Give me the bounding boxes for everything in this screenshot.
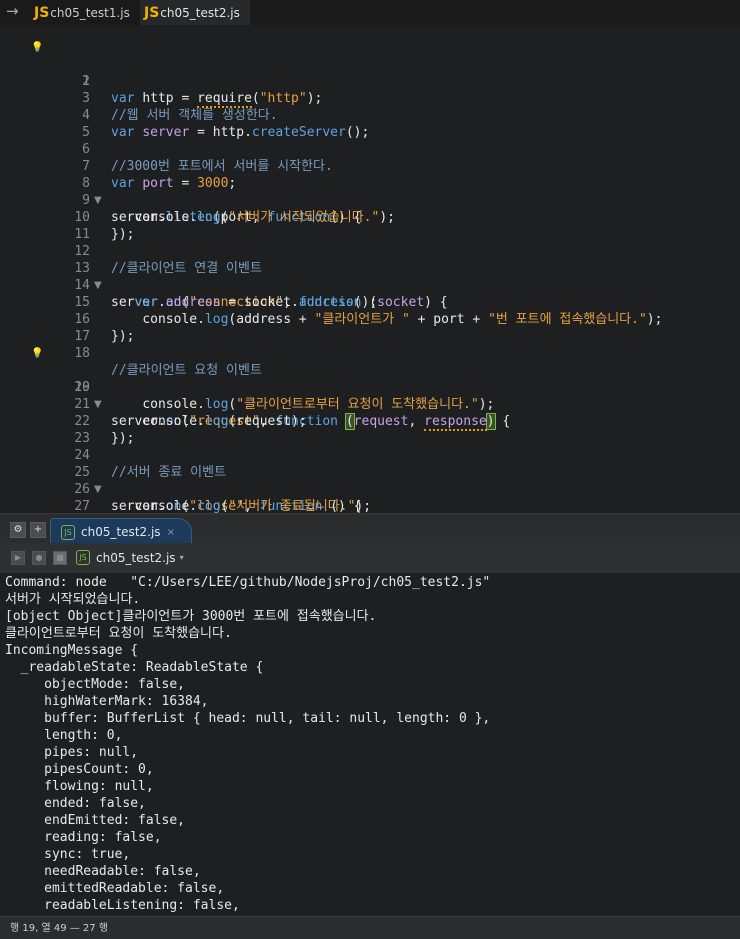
console-line: flowing: null,	[5, 779, 154, 794]
console-line: endEmitted: false,	[5, 813, 186, 828]
editor-tab-bar: → JS ch05_test1.js JS ch05_test2.js	[0, 0, 740, 26]
code-editor[interactable]: 💡 1 var http = require("http"); 2 3 //웹 …	[0, 25, 740, 513]
console-line: pipes: null,	[5, 745, 139, 760]
code-line: 13 ▼ server.on("connection", function (s…	[0, 243, 740, 310]
console-line: Command: node "C:/Users/LEE/github/Nodej…	[5, 575, 491, 590]
console-line: _readableState: ReadableState {	[5, 660, 264, 675]
console-line: 클라이언트로부터 요청이 도착했습니다.	[5, 626, 232, 641]
code-line: 4 var server = http.createServer();	[0, 90, 740, 140]
console-line: needReadable: false,	[5, 864, 201, 879]
console-line: ended: false,	[5, 796, 146, 811]
code-line: 10 });	[0, 192, 740, 242]
console-line: buffer: BufferList { head: null, tail: n…	[5, 711, 491, 726]
code-line: 18 //클라이언트 요청 이벤트	[0, 328, 740, 378]
run-target-select[interactable]: JS ch05_test2.js ▾	[76, 550, 184, 565]
console-line: sync: true,	[5, 847, 131, 862]
console-line: length: 0,	[5, 728, 123, 743]
code-line: 16 });	[0, 294, 740, 344]
console-line: pipesCount: 0,	[5, 762, 154, 777]
tab-label: ch05_test2.js	[160, 5, 240, 20]
code-line: 23	[0, 413, 740, 446]
ide-window: → JS ch05_test1.js JS ch05_test2.js 💡 1 …	[0, 0, 740, 939]
gear-icon[interactable]: ⚙	[10, 522, 26, 538]
console-line: objectMode: false,	[5, 677, 186, 692]
console-line: highWaterMark: 16384,	[5, 694, 209, 709]
code-line: 21 console.log(request);	[0, 379, 740, 429]
nodejs-icon: JS	[76, 550, 90, 565]
code-line: 26 console.log("서버가 종료됩니다.");	[0, 464, 740, 513]
code-line: 2	[0, 56, 740, 89]
play-icon[interactable]: ▶	[11, 551, 25, 565]
code-line: 6 //3000번 포트에서 서버를 시작한다.	[0, 124, 740, 174]
code-line: 9 console.log("서버가 시작되었습니다.");	[0, 175, 740, 225]
code-line: 7 var port = 3000;	[0, 141, 740, 191]
output-panel-tab-bar: ⚙ + JS ch05_test2.js ×	[0, 513, 740, 545]
code-line: 8 ▼ server.listen(port, function() {	[0, 158, 740, 225]
add-tab-button[interactable]: +	[30, 522, 46, 538]
code-line: 14 var address = socket.address();	[0, 260, 740, 310]
code-line: 17	[0, 311, 740, 344]
js-file-icon: JS	[34, 4, 50, 21]
console-line: 서버가 시작되었습니다.	[5, 592, 141, 607]
tab-label: ch05_test1.js	[50, 5, 130, 20]
console-output[interactable]: Command: node "C:/Users/LEE/github/Nodej…	[0, 573, 740, 916]
stop-icon[interactable]: ■	[53, 551, 67, 565]
run-toolbar: ▶ ● ■ JS ch05_test2.js ▾	[0, 543, 740, 574]
status-bar: 행 19, 열 49 — 27 행	[0, 916, 740, 939]
lightbulb-icon[interactable]: 💡	[31, 39, 43, 56]
console-line: emittedReadable: false,	[5, 881, 225, 896]
code-text: console.log("서버가 종료됩니다.");	[134, 499, 372, 513]
code-line: 3 //웹 서버 객체를 생성한다.	[0, 73, 740, 123]
js-file-icon: JS	[144, 4, 160, 21]
code-line: 25 ▼ server.on("close", function () {	[0, 447, 740, 513]
cursor-position: 행 19, 열 49 — 27 행	[10, 923, 109, 934]
console-line: [object Object]클라이언트가 3000번 포트에 접속했습니다.	[5, 609, 377, 624]
code-line: 20 console.log("클라이언트로부터 요청이 도착했습니다.");	[0, 362, 740, 412]
console-line: reading: false,	[5, 830, 162, 845]
arrow-right-icon[interactable]: →	[6, 2, 19, 20]
tab-output-ch05-test2[interactable]: JS ch05_test2.js ×	[50, 518, 192, 545]
code-line: 💡 1 var http = require("http");	[0, 39, 740, 108]
lightbulb-icon[interactable]: 💡	[31, 345, 43, 362]
code-line: 5	[0, 107, 740, 140]
console-line: readableListening: false,	[5, 898, 240, 913]
code-line: 22 });	[0, 396, 740, 446]
code-line: 11	[0, 209, 740, 242]
tab-ch05-test1[interactable]: JS ch05_test1.js	[30, 0, 140, 25]
code-line: 💡 19 ▼ server.on("request", function (re…	[0, 345, 740, 431]
code-line: 15 console.log(address + "클라이언트가 " + por…	[0, 277, 740, 327]
chevron-down-icon: ▾	[179, 553, 184, 562]
code-line: 27 });	[0, 481, 740, 513]
tab-label: ch05_test2.js	[81, 525, 161, 539]
debug-icon[interactable]: ●	[32, 551, 46, 565]
code-line: 24 //서버 종료 이벤트	[0, 430, 740, 480]
run-file-label: ch05_test2.js	[96, 550, 176, 565]
code-line: 12 //클라이언트 연결 이벤트	[0, 226, 740, 276]
nodejs-icon: JS	[61, 524, 75, 540]
tab-ch05-test2[interactable]: JS ch05_test2.js	[140, 0, 250, 25]
console-line: IncomingMessage {	[5, 643, 139, 658]
close-icon[interactable]: ×	[167, 527, 175, 538]
line-number: 27	[74, 499, 90, 513]
